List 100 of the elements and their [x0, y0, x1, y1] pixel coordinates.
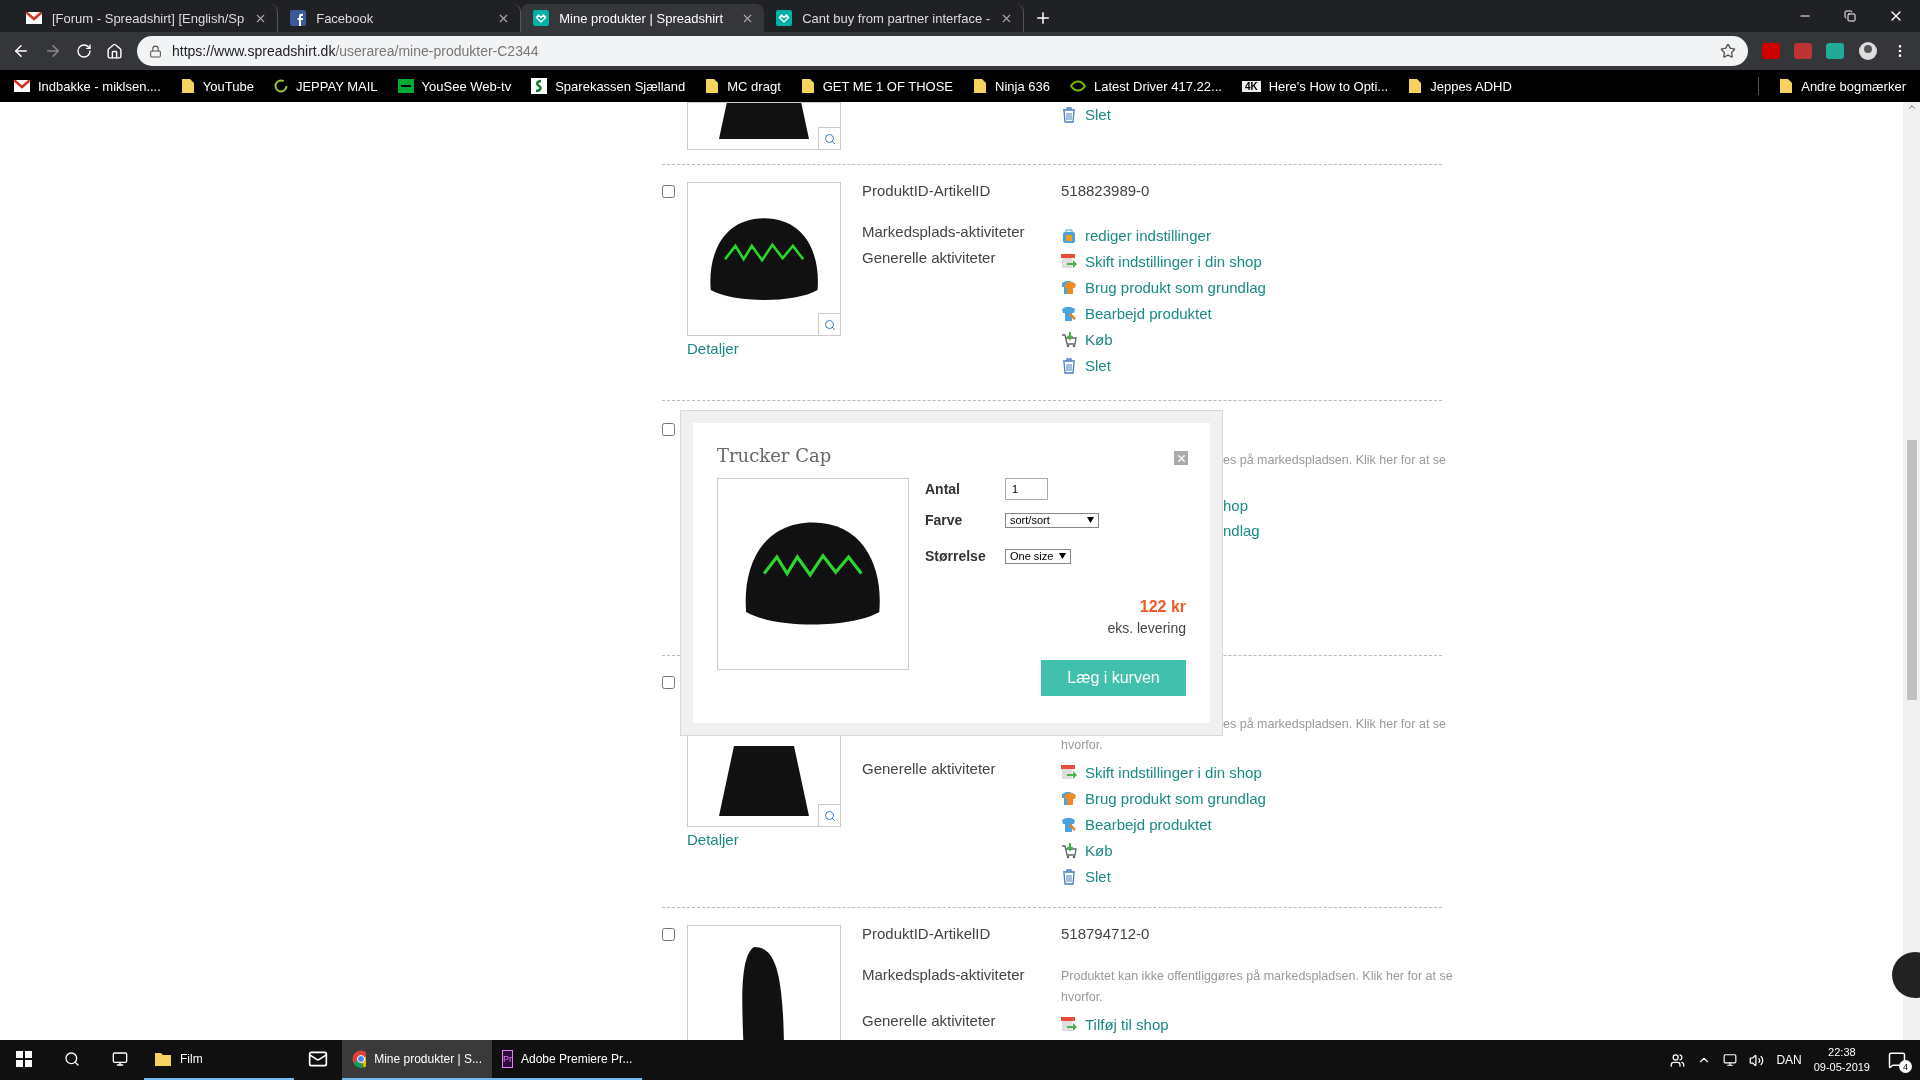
- bookmark-item[interactable]: Sparekassen Sjælland: [531, 78, 686, 94]
- profile-avatar-icon[interactable]: [1858, 41, 1878, 61]
- product-checkbox[interactable]: [662, 676, 675, 689]
- action-link[interactable]: Slet: [1085, 106, 1111, 124]
- action-link[interactable]: Brug produkt som grundlag: [1085, 279, 1266, 297]
- action-link[interactable]: rediger indstillinger: [1085, 227, 1211, 245]
- marketplace-message: hvorfor.: [1061, 737, 1103, 754]
- bookmark-item[interactable]: MC dragt: [705, 78, 781, 94]
- folder-icon: [154, 1051, 172, 1067]
- clock[interactable]: 22:38 09-05-2019: [1813, 1045, 1870, 1075]
- action-link[interactable]: Slet: [1085, 357, 1111, 375]
- network-icon[interactable]: [1723, 1053, 1738, 1067]
- eye-logo-icon: [1069, 80, 1086, 92]
- zoom-button[interactable]: [818, 127, 840, 149]
- details-link[interactable]: Detaljer: [687, 831, 739, 849]
- marketplace-message: es på markedspladsen. Klik her for at se: [1223, 452, 1447, 469]
- action-link[interactable]: Bearbejd produktet: [1085, 816, 1212, 834]
- taskbar-app[interactable]: Pr Adobe Premiere Pr...: [492, 1040, 642, 1080]
- caret-icon: [1059, 553, 1067, 559]
- action-link[interactable]: Køb: [1085, 842, 1113, 860]
- product-checkbox[interactable]: [662, 185, 675, 198]
- folder-icon: [705, 78, 720, 94]
- bag-icon: [1061, 228, 1077, 244]
- trash-icon: [1061, 107, 1077, 123]
- zoom-button[interactable]: [818, 313, 840, 335]
- back-icon[interactable]: [12, 42, 30, 60]
- action-link[interactable]: Skift indstillinger i din shop: [1085, 253, 1262, 271]
- mail-icon: [308, 1049, 328, 1069]
- shop-arrow-icon: [1061, 254, 1077, 270]
- product-checkbox[interactable]: [662, 423, 675, 436]
- task-view-icon: [112, 1051, 128, 1067]
- cart-icon: [1061, 843, 1077, 859]
- scroll-up-icon[interactable]: [1906, 102, 1917, 112]
- language-indicator[interactable]: DAN: [1776, 1053, 1802, 1067]
- action-link[interactable]: Bearbejd produktet: [1085, 305, 1212, 323]
- browser-tab[interactable]: Mine produkter | Spreadshirt: [521, 4, 765, 32]
- field-label: Generelle aktiviteter: [862, 1012, 997, 1031]
- bookmark-item[interactable]: YouTube: [180, 78, 254, 94]
- home-icon[interactable]: [106, 42, 123, 60]
- windows-icon: [16, 1051, 32, 1067]
- zoom-button[interactable]: [818, 804, 840, 826]
- scrollbar-thumb[interactable]: [1906, 440, 1917, 700]
- folder-icon: [1779, 78, 1794, 94]
- price: 122 kr: [1139, 598, 1186, 616]
- bookmark-item[interactable]: YouSee Web-tv: [397, 78, 512, 94]
- shirt-wrench-icon: [1061, 817, 1077, 833]
- action-link[interactable]: hop: [1223, 497, 1249, 522]
- search-icon: [823, 132, 836, 145]
- reload-icon[interactable]: [76, 43, 92, 59]
- folder-icon: [800, 78, 815, 94]
- premiere-icon: Pr: [502, 1050, 513, 1068]
- folder-icon: [180, 78, 195, 94]
- action-link[interactable]: Brug produkt som grundlag: [1085, 790, 1266, 808]
- search-icon: [823, 809, 836, 822]
- field-label: Farve: [925, 512, 964, 528]
- forward-icon[interactable]: [44, 42, 62, 60]
- cart-icon: [1061, 332, 1077, 348]
- search-icon: [64, 1051, 80, 1067]
- action-link[interactable]: ndlag: [1223, 522, 1260, 547]
- action-link[interactable]: Køb: [1085, 331, 1113, 349]
- heart-icon: [533, 10, 550, 26]
- volume-icon[interactable]: [1749, 1052, 1765, 1068]
- notification-count: 4: [1899, 1060, 1912, 1073]
- notifications-button[interactable]: 4: [1882, 1045, 1912, 1075]
- search-icon: [823, 318, 836, 331]
- details-link[interactable]: Detaljer: [687, 340, 739, 358]
- ring-icon: [273, 79, 288, 93]
- bookmark-item[interactable]: Jeppes ADHD: [1408, 78, 1512, 94]
- action-link[interactable]: Tilføj til shop: [1085, 1016, 1169, 1034]
- field-label: Markedsplads-aktiviteter: [862, 223, 1026, 242]
- bookmark-item[interactable]: 4K Here's How to Opti...: [1241, 78, 1389, 94]
- price-note: eks. levering: [1107, 620, 1186, 636]
- product-id: 518794712-0: [1061, 925, 1151, 944]
- action-link[interactable]: Skift indstillinger i din shop: [1085, 764, 1262, 782]
- chrome-icon: [352, 1050, 367, 1068]
- dropdown[interactable]: One size: [1005, 548, 1072, 564]
- address-bar[interactable]: https://www.spreadshirt.dk/userarea/mine-produkter-C2344: [137, 36, 1748, 66]
- shop-arrow-icon: [1061, 1017, 1077, 1033]
- trash-icon: [1061, 358, 1077, 374]
- bookmark-item[interactable]: Indbakke - miklsen....: [14, 78, 161, 94]
- bookmark-star-icon[interactable]: [1720, 43, 1736, 59]
- shirt-wrench-icon: [1061, 306, 1077, 322]
- people-icon[interactable]: [1670, 1052, 1686, 1068]
- taskbar-app[interactable]: Film: [144, 1040, 294, 1080]
- folder-icon: [973, 78, 988, 94]
- bookmark-item[interactable]: Latest Driver 417.22...: [1069, 78, 1222, 94]
- product-id: 518823989-0: [1061, 182, 1151, 201]
- other-bookmarks[interactable]: Andre bogmærker: [1779, 78, 1906, 94]
- bookmark-item[interactable]: GET ME 1 OF THOSE: [800, 78, 954, 94]
- dropdown[interactable]: sort/sort: [1005, 512, 1099, 528]
- heart-icon: [776, 10, 793, 26]
- restore-icon[interactable]: [1844, 10, 1856, 22]
- caret-icon: [1087, 517, 1094, 523]
- bookmark-item[interactable]: Ninja 636: [973, 78, 1050, 94]
- product-checkbox[interactable]: [662, 928, 675, 941]
- taskbar-app[interactable]: Mine produkter | S...: [342, 1040, 492, 1080]
- bookmark-item[interactable]: JEPPAY MAIL: [273, 78, 378, 94]
- trash-icon: [1061, 869, 1077, 885]
- action-link[interactable]: Slet: [1085, 868, 1111, 886]
- quantity-field[interactable]: 1: [1005, 478, 1048, 500]
